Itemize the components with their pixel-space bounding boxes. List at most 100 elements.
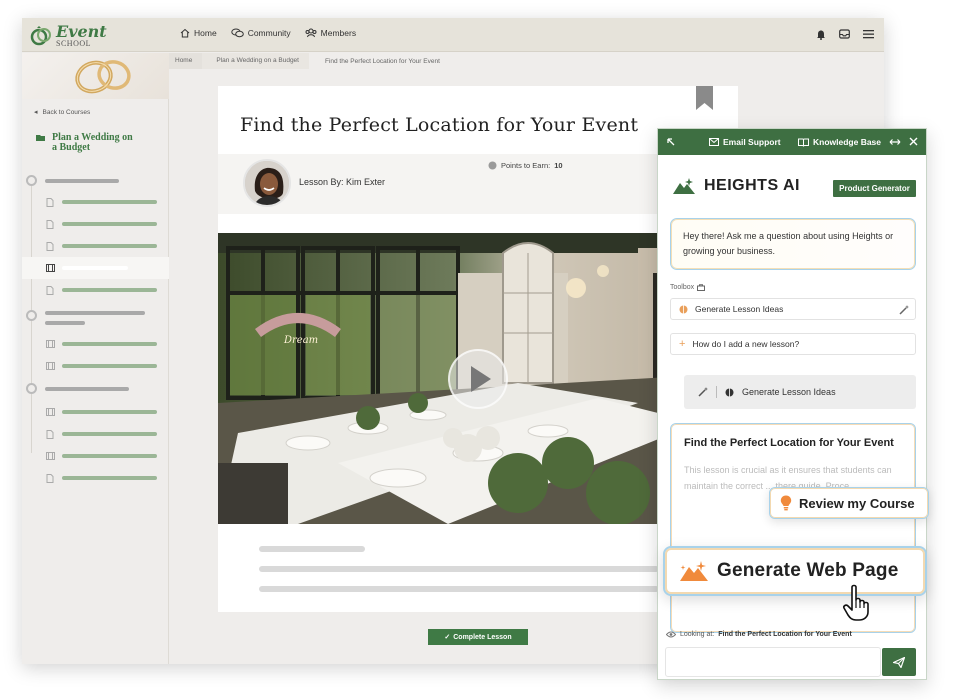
check-icon: ✓ bbox=[444, 634, 451, 641]
lesson-item[interactable] bbox=[22, 423, 169, 445]
magic-wand-icon[interactable] bbox=[899, 305, 909, 315]
lesson-title-placeholder bbox=[62, 266, 128, 270]
product-generator-badge[interactable]: Product Generator bbox=[833, 180, 916, 197]
lesson-item[interactable] bbox=[22, 333, 169, 355]
film-icon bbox=[46, 408, 55, 416]
generate-web-page-label: Generate Web Page bbox=[717, 560, 899, 581]
section-status-circle bbox=[26, 310, 37, 321]
lesson-title-placeholder bbox=[62, 476, 157, 480]
send-button[interactable] bbox=[882, 648, 916, 676]
members-icon bbox=[305, 28, 317, 38]
review-my-course-button[interactable]: Review my Course bbox=[769, 487, 929, 519]
ai-panel-header: Email Support Knowledge Base bbox=[658, 129, 926, 155]
lesson-author: Lesson By: Kim Exter bbox=[299, 177, 386, 187]
back-to-courses-link[interactable]: ◂ Back to Courses bbox=[34, 108, 90, 116]
nav-members[interactable]: Members bbox=[305, 28, 356, 38]
inbox-icon[interactable] bbox=[839, 29, 850, 39]
section-row[interactable] bbox=[22, 171, 169, 191]
lesson-title: Find the Perfect Location for Your Event bbox=[240, 114, 639, 136]
send-icon bbox=[893, 656, 905, 668]
author-avatar bbox=[243, 159, 291, 207]
top-navbar: Event SCHOOL Home Community Members bbox=[22, 18, 884, 52]
breadcrumb-home[interactable]: Home bbox=[169, 53, 203, 69]
home-icon bbox=[180, 28, 190, 38]
section-row[interactable] bbox=[22, 301, 169, 333]
generate-lesson-ideas-chip[interactable]: Generate Lesson Ideas bbox=[684, 375, 916, 409]
mountains-sparkle-icon bbox=[673, 178, 695, 194]
lesson-item[interactable] bbox=[22, 467, 169, 489]
complete-lesson-button[interactable]: ✓ Complete Lesson bbox=[428, 629, 528, 645]
nav-home-label: Home bbox=[194, 28, 217, 38]
video-play-button[interactable] bbox=[448, 349, 508, 409]
close-icon[interactable] bbox=[909, 137, 918, 146]
section-title-placeholder bbox=[45, 321, 85, 325]
film-icon bbox=[46, 452, 55, 460]
points-to-earn: Points to Earn: 10 bbox=[488, 161, 563, 170]
tool-ask-question[interactable]: + How do I add a new lesson? bbox=[670, 333, 916, 355]
lesson-item[interactable] bbox=[22, 279, 169, 301]
collapse-arrow-icon[interactable] bbox=[666, 137, 676, 147]
lesson-item[interactable] bbox=[22, 213, 169, 235]
knowledge-base-label: Knowledge Base bbox=[813, 137, 882, 147]
event-school-logo[interactable]: Event SCHOOL bbox=[30, 22, 110, 49]
film-icon bbox=[46, 264, 55, 272]
document-icon bbox=[46, 220, 54, 229]
envelope-icon bbox=[709, 138, 719, 146]
hand-pointer-cursor-icon bbox=[843, 584, 869, 621]
section-status-circle bbox=[26, 383, 37, 394]
expand-horizontal-icon[interactable] bbox=[889, 138, 901, 146]
lesson-item-active[interactable] bbox=[22, 257, 169, 279]
play-icon bbox=[471, 366, 491, 392]
lesson-item[interactable] bbox=[22, 445, 169, 467]
document-icon bbox=[46, 198, 54, 207]
ai-chat-input[interactable] bbox=[665, 647, 881, 677]
tool-generate-label: Generate Lesson Ideas bbox=[695, 304, 784, 314]
breadcrumb-course[interactable]: Plan a Wedding on a Budget bbox=[202, 53, 309, 69]
film-icon bbox=[46, 362, 55, 370]
email-support-label: Email Support bbox=[723, 137, 781, 147]
back-to-courses-label: Back to Courses bbox=[42, 109, 91, 116]
review-my-course-label: Review my Course bbox=[799, 495, 915, 511]
film-icon bbox=[46, 340, 55, 348]
document-icon bbox=[46, 286, 54, 295]
lesson-title-placeholder bbox=[62, 432, 157, 436]
section-row[interactable] bbox=[22, 377, 169, 401]
heights-ai-panel: Email Support Knowledge Base HEIGHTS AI … bbox=[657, 128, 927, 680]
nav-home[interactable]: Home bbox=[180, 28, 217, 38]
lesson-title-placeholder bbox=[62, 222, 157, 226]
course-title[interactable]: Plan a Wedding on a Budget bbox=[36, 133, 133, 153]
text-line-placeholder bbox=[259, 546, 365, 552]
course-cover-image bbox=[22, 53, 169, 99]
document-icon bbox=[46, 474, 54, 483]
looking-at-value: Find the Perfect Location for Your Event bbox=[718, 631, 852, 638]
text-line-placeholder bbox=[259, 566, 659, 572]
bookmark-icon[interactable] bbox=[696, 86, 713, 110]
ai-greeting-message: Hey there! Ask me a question about using… bbox=[670, 218, 916, 270]
tool-generate-lesson-ideas[interactable]: Generate Lesson Ideas bbox=[670, 298, 916, 320]
lesson-item[interactable] bbox=[22, 235, 169, 257]
section-status-circle bbox=[26, 175, 37, 186]
main-nav: Home Community Members bbox=[180, 28, 356, 38]
lesson-tree bbox=[22, 171, 169, 489]
complete-lesson-label: Complete Lesson bbox=[453, 633, 512, 641]
email-support-link[interactable]: Email Support bbox=[709, 137, 781, 147]
lesson-item[interactable] bbox=[22, 401, 169, 423]
points-label: Points to Earn: bbox=[501, 161, 551, 170]
top-right-icons bbox=[816, 29, 874, 40]
menu-icon[interactable] bbox=[863, 29, 874, 39]
bell-icon[interactable] bbox=[816, 29, 826, 40]
points-value: 10 bbox=[554, 161, 563, 170]
mountains-sparkle-icon bbox=[680, 561, 708, 581]
breadcrumb-current: Find the Perfect Location for Your Event bbox=[324, 57, 440, 65]
knowledge-base-link[interactable]: Knowledge Base bbox=[798, 137, 881, 147]
divider bbox=[716, 386, 717, 398]
lesson-item[interactable] bbox=[22, 355, 169, 377]
generate-web-page-button[interactable]: Generate Web Page bbox=[663, 546, 927, 596]
text-line-placeholder bbox=[259, 586, 659, 592]
svg-text:Dream: Dream bbox=[283, 335, 318, 346]
logo-word-school: SCHOOL bbox=[56, 39, 92, 48]
lesson-item[interactable] bbox=[22, 191, 169, 213]
lesson-title-placeholder bbox=[62, 244, 157, 248]
lesson-title-placeholder bbox=[62, 288, 157, 292]
nav-community[interactable]: Community bbox=[230, 28, 291, 38]
